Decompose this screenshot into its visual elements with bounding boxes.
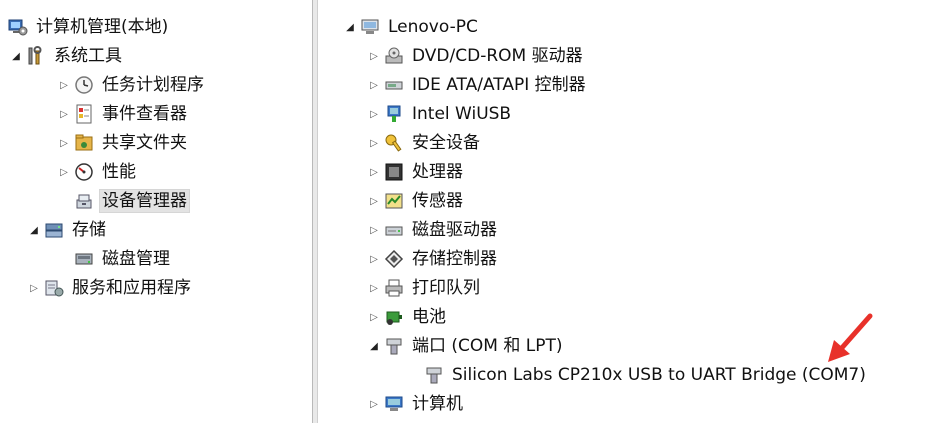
device-category-processor[interactable]: ▷ 处理器 bbox=[366, 159, 465, 185]
expand-arrow-icon[interactable]: ▷ bbox=[56, 72, 72, 98]
tree-node-label: 电池 bbox=[412, 307, 446, 327]
tree-node-label: 系统工具 bbox=[54, 46, 122, 66]
collapse-arrow-icon[interactable]: ◢ bbox=[8, 43, 24, 69]
tree-node-event-viewer[interactable]: ▷ 事件查看器 bbox=[56, 101, 189, 127]
tree-node-label: 性能 bbox=[102, 162, 136, 182]
expand-arrow-icon[interactable]: ▷ bbox=[366, 304, 382, 330]
computer-icon bbox=[361, 19, 379, 34]
dvd-drive-icon bbox=[385, 47, 403, 64]
security-key-icon bbox=[385, 134, 402, 152]
port-icon bbox=[426, 367, 442, 384]
tree-node-label: 端口 (COM 和 LPT) bbox=[412, 336, 563, 356]
expand-arrow-icon[interactable]: ▷ bbox=[26, 275, 42, 301]
tree-node-label: 存储 bbox=[72, 220, 106, 240]
collapse-arrow-icon[interactable]: ◢ bbox=[26, 217, 42, 243]
disk-management-icon bbox=[75, 253, 93, 265]
collapse-arrow-icon[interactable]: ◢ bbox=[366, 333, 382, 359]
tree-node-services-apps[interactable]: ▷ 服务和应用程序 bbox=[26, 275, 193, 301]
expand-arrow-icon[interactable]: ▷ bbox=[366, 72, 382, 98]
collapse-arrow-icon[interactable]: ◢ bbox=[342, 14, 358, 40]
expand-arrow-icon[interactable]: ▷ bbox=[366, 246, 382, 272]
expand-arrow-icon[interactable]: ▷ bbox=[366, 217, 382, 243]
console-tree-pane: 计算机管理(本地) ◢ 系统工具 ▷ 任务计划程序 ▷ 事件查看器 ▷ 共享文件… bbox=[0, 0, 312, 423]
tree-node-label: 事件查看器 bbox=[102, 104, 187, 124]
device-category-sensor[interactable]: ▷ 传感器 bbox=[366, 188, 465, 214]
expand-arrow-icon[interactable]: ▷ bbox=[366, 101, 382, 127]
tree-node-label: DVD/CD-ROM 驱动器 bbox=[412, 46, 583, 66]
tree-node-label: 任务计划程序 bbox=[102, 75, 204, 95]
usb-network-icon bbox=[387, 105, 401, 122]
ide-controller-icon bbox=[385, 81, 403, 90]
expand-arrow-icon[interactable]: ▷ bbox=[56, 130, 72, 156]
services-icon bbox=[45, 280, 64, 297]
tree-node-label: Intel WiUSB bbox=[412, 104, 512, 124]
tree-node-label: Lenovo-PC bbox=[388, 17, 478, 37]
tree-node-device-manager[interactable]: 设备管理器 bbox=[74, 188, 190, 214]
device-category-print-queue[interactable]: ▷ 打印队列 bbox=[366, 275, 482, 301]
port-icon bbox=[386, 338, 402, 355]
performance-icon bbox=[75, 163, 93, 181]
clock-icon bbox=[75, 76, 93, 94]
device-category-ports[interactable]: ◢ 端口 (COM 和 LPT) bbox=[366, 333, 565, 359]
tree-node-label: 磁盘驱动器 bbox=[412, 220, 497, 240]
device-category-battery[interactable]: ▷ 电池 bbox=[366, 304, 448, 330]
expand-arrow-icon[interactable]: ▷ bbox=[366, 391, 382, 417]
expand-arrow-icon[interactable]: ▷ bbox=[366, 275, 382, 301]
expand-arrow-icon[interactable]: ▷ bbox=[366, 188, 382, 214]
device-tree-root[interactable]: ◢ Lenovo-PC bbox=[342, 14, 480, 40]
battery-icon bbox=[386, 311, 402, 325]
device-category-storage-controller[interactable]: ▷ 存储控制器 bbox=[366, 246, 499, 272]
event-viewer-icon bbox=[76, 104, 92, 124]
tree-node-label: 设备管理器 bbox=[99, 189, 190, 213]
device-category-computer[interactable]: ▷ 计算机 bbox=[366, 391, 465, 417]
device-category-ide[interactable]: ▷ IDE ATA/ATAPI 控制器 bbox=[366, 72, 588, 98]
printer-icon bbox=[385, 279, 403, 297]
tree-node-label: Silicon Labs CP210x USB to UART Bridge (… bbox=[452, 365, 866, 385]
tree-node-label: IDE ATA/ATAPI 控制器 bbox=[412, 75, 586, 95]
tree-node-label: 计算机管理(本地) bbox=[36, 17, 169, 37]
disk-drive-icon bbox=[385, 226, 403, 236]
sensor-icon bbox=[385, 193, 403, 209]
device-category-intel-wiusb[interactable]: ▷ Intel WiUSB bbox=[366, 101, 513, 127]
tree-node-label: 存储控制器 bbox=[412, 249, 497, 269]
tools-icon bbox=[28, 46, 42, 65]
tree-node-label: 安全设备 bbox=[412, 133, 480, 153]
computer-icon bbox=[385, 396, 403, 411]
device-category-security[interactable]: ▷ 安全设备 bbox=[366, 130, 482, 156]
storage-controller-icon bbox=[384, 249, 404, 269]
expand-arrow-icon[interactable]: ▷ bbox=[56, 159, 72, 185]
shared-folder-icon bbox=[75, 134, 93, 151]
tree-node-storage[interactable]: ◢ 存储 bbox=[26, 217, 108, 243]
expand-arrow-icon[interactable]: ▷ bbox=[366, 159, 382, 185]
expand-arrow-icon[interactable]: ▷ bbox=[366, 130, 382, 156]
annotation-arrow-icon bbox=[828, 313, 873, 362]
tree-node-label: 传感器 bbox=[412, 191, 463, 211]
device-category-dvd[interactable]: ▷ DVD/CD-ROM 驱动器 bbox=[366, 43, 585, 69]
device-manager-icon bbox=[76, 194, 92, 209]
tree-node-label: 服务和应用程序 bbox=[72, 278, 191, 298]
computer-management-icon bbox=[8, 19, 28, 36]
tree-node-label: 计算机 bbox=[412, 394, 463, 414]
expand-arrow-icon[interactable]: ▷ bbox=[56, 101, 72, 127]
tree-node-shared-folders[interactable]: ▷ 共享文件夹 bbox=[56, 130, 189, 156]
expand-arrow-icon[interactable]: ▷ bbox=[366, 43, 382, 69]
tree-node-label: 磁盘管理 bbox=[102, 249, 170, 269]
tree-node-label: 打印队列 bbox=[412, 278, 480, 298]
device-category-disk-drive[interactable]: ▷ 磁盘驱动器 bbox=[366, 217, 499, 243]
tree-node-label: 共享文件夹 bbox=[102, 133, 187, 153]
processor-icon bbox=[385, 163, 403, 181]
tree-node-task-scheduler[interactable]: ▷ 任务计划程序 bbox=[56, 72, 206, 98]
device-silicon-labs-cp210x[interactable]: Silicon Labs CP210x USB to UART Bridge (… bbox=[424, 362, 868, 388]
tree-node-computer-management[interactable]: 计算机管理(本地) bbox=[8, 14, 170, 40]
tree-node-label: 处理器 bbox=[412, 162, 463, 182]
tree-node-disk-management[interactable]: 磁盘管理 bbox=[74, 246, 172, 272]
tree-node-performance[interactable]: ▷ 性能 bbox=[56, 159, 138, 185]
storage-icon bbox=[45, 223, 63, 238]
tree-node-system-tools[interactable]: ◢ 系统工具 bbox=[8, 43, 124, 69]
